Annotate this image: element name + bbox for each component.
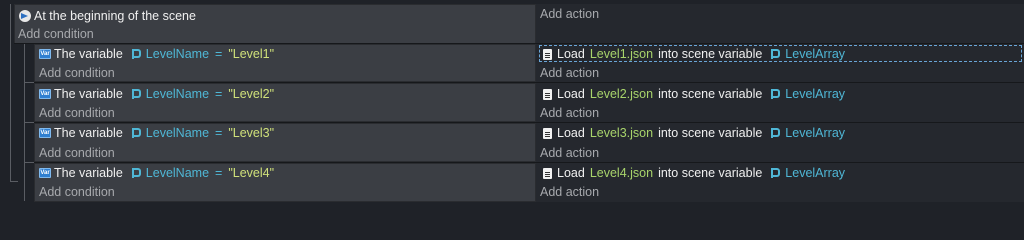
variable-icon: Var	[39, 89, 51, 99]
root-add-condition[interactable]: Add condition	[18, 26, 94, 42]
action-middle-text: into scene variable	[658, 166, 763, 180]
tree-guide-branch	[24, 122, 34, 123]
condition-prefix: The variable	[54, 87, 123, 101]
action-verb: Load	[557, 87, 585, 101]
action-file-name: Level1.json	[589, 47, 654, 61]
root-add-action[interactable]: Add action	[540, 6, 599, 22]
condition-operator: =	[215, 87, 223, 101]
variable-icon: Var	[39, 168, 51, 178]
condition-operator: =	[215, 126, 223, 140]
condition-value: "Level2"	[228, 87, 275, 101]
file-icon	[543, 127, 552, 139]
file-icon	[543, 167, 552, 179]
action-target-variable: LevelArray	[785, 87, 846, 101]
action-verb: Load	[557, 126, 585, 140]
sub-event-1-condition[interactable]: Var The variable LevelName = "Level1"	[39, 46, 274, 62]
sub-event-3-condition[interactable]: Var The variable LevelName = "Level3"	[39, 125, 274, 141]
action-target-variable: LevelArray	[785, 47, 846, 61]
sub-event-2-add-condition[interactable]: Add condition	[39, 105, 115, 121]
sub-event-3-add-condition[interactable]: Add condition	[39, 145, 115, 161]
condition-variable-name: LevelName	[145, 166, 210, 180]
root-event-actions[interactable]	[536, 4, 1024, 44]
sub-event-1-action[interactable]: Load Level1.json into scene variable Lev…	[543, 46, 845, 62]
sub-event-2-condition[interactable]: Var The variable LevelName = "Level2"	[39, 86, 274, 102]
scene-variable-icon	[131, 89, 141, 99]
file-icon	[543, 88, 552, 100]
variable-icon: Var	[39, 49, 51, 59]
condition-operator: =	[215, 47, 223, 61]
action-target-variable: LevelArray	[785, 126, 846, 140]
condition-prefix: The variable	[54, 126, 123, 140]
file-icon	[543, 48, 552, 60]
scene-variable-icon	[770, 128, 781, 138]
scene-start-icon	[19, 10, 31, 22]
sub-event-1-add-condition[interactable]: Add condition	[39, 65, 115, 81]
action-middle-text: into scene variable	[658, 126, 763, 140]
scene-variable-icon	[131, 128, 141, 138]
scene-variable-icon	[131, 168, 141, 178]
action-middle-text: into scene variable	[658, 87, 763, 101]
action-file-name: Level3.json	[589, 126, 654, 140]
scene-variable-icon	[131, 49, 141, 59]
condition-value: "Level1"	[228, 47, 275, 61]
tree-guide-branch	[24, 162, 34, 163]
condition-variable-name: LevelName	[145, 126, 210, 140]
tree-guide-root	[10, 4, 11, 182]
action-file-name: Level2.json	[589, 87, 654, 101]
action-verb: Load	[557, 166, 585, 180]
action-target-variable: LevelArray	[785, 166, 846, 180]
sub-event-4-add-action[interactable]: Add action	[540, 184, 599, 200]
scene-variable-icon	[770, 168, 781, 178]
condition-operator: =	[215, 166, 223, 180]
tree-guide-branch	[24, 82, 34, 83]
scene-variable-icon	[770, 49, 781, 59]
sub-event-4-action[interactable]: Load Level4.json into scene variable Lev…	[543, 165, 845, 181]
sub-event-1-add-action[interactable]: Add action	[540, 65, 599, 81]
sub-event-4-add-condition[interactable]: Add condition	[39, 184, 115, 200]
action-file-name: Level4.json	[589, 166, 654, 180]
tree-guide-root-foot	[10, 181, 18, 182]
sub-event-2-add-action[interactable]: Add action	[540, 105, 599, 121]
condition-variable-name: LevelName	[145, 47, 210, 61]
variable-icon: Var	[39, 128, 51, 138]
sub-event-4-condition[interactable]: Var The variable LevelName = "Level4"	[39, 165, 274, 181]
sub-event-3-action[interactable]: Load Level3.json into scene variable Lev…	[543, 125, 845, 141]
sub-event-3-add-action[interactable]: Add action	[540, 145, 599, 161]
condition-value: "Level3"	[228, 126, 275, 140]
condition-value: "Level4"	[228, 166, 275, 180]
condition-prefix: The variable	[54, 47, 123, 61]
root-condition-text: At the beginning of the scene	[34, 9, 196, 23]
condition-prefix: The variable	[54, 166, 123, 180]
condition-variable-name: LevelName	[145, 87, 210, 101]
action-verb: Load	[557, 47, 585, 61]
root-condition-line[interactable]: At the beginning of the scene	[19, 8, 196, 24]
event-sheet: At the beginning of the scene Add condit…	[0, 0, 1024, 202]
action-middle-text: into scene variable	[658, 47, 763, 61]
sub-event-2-action[interactable]: Load Level2.json into scene variable Lev…	[543, 86, 845, 102]
scene-variable-icon	[770, 89, 781, 99]
